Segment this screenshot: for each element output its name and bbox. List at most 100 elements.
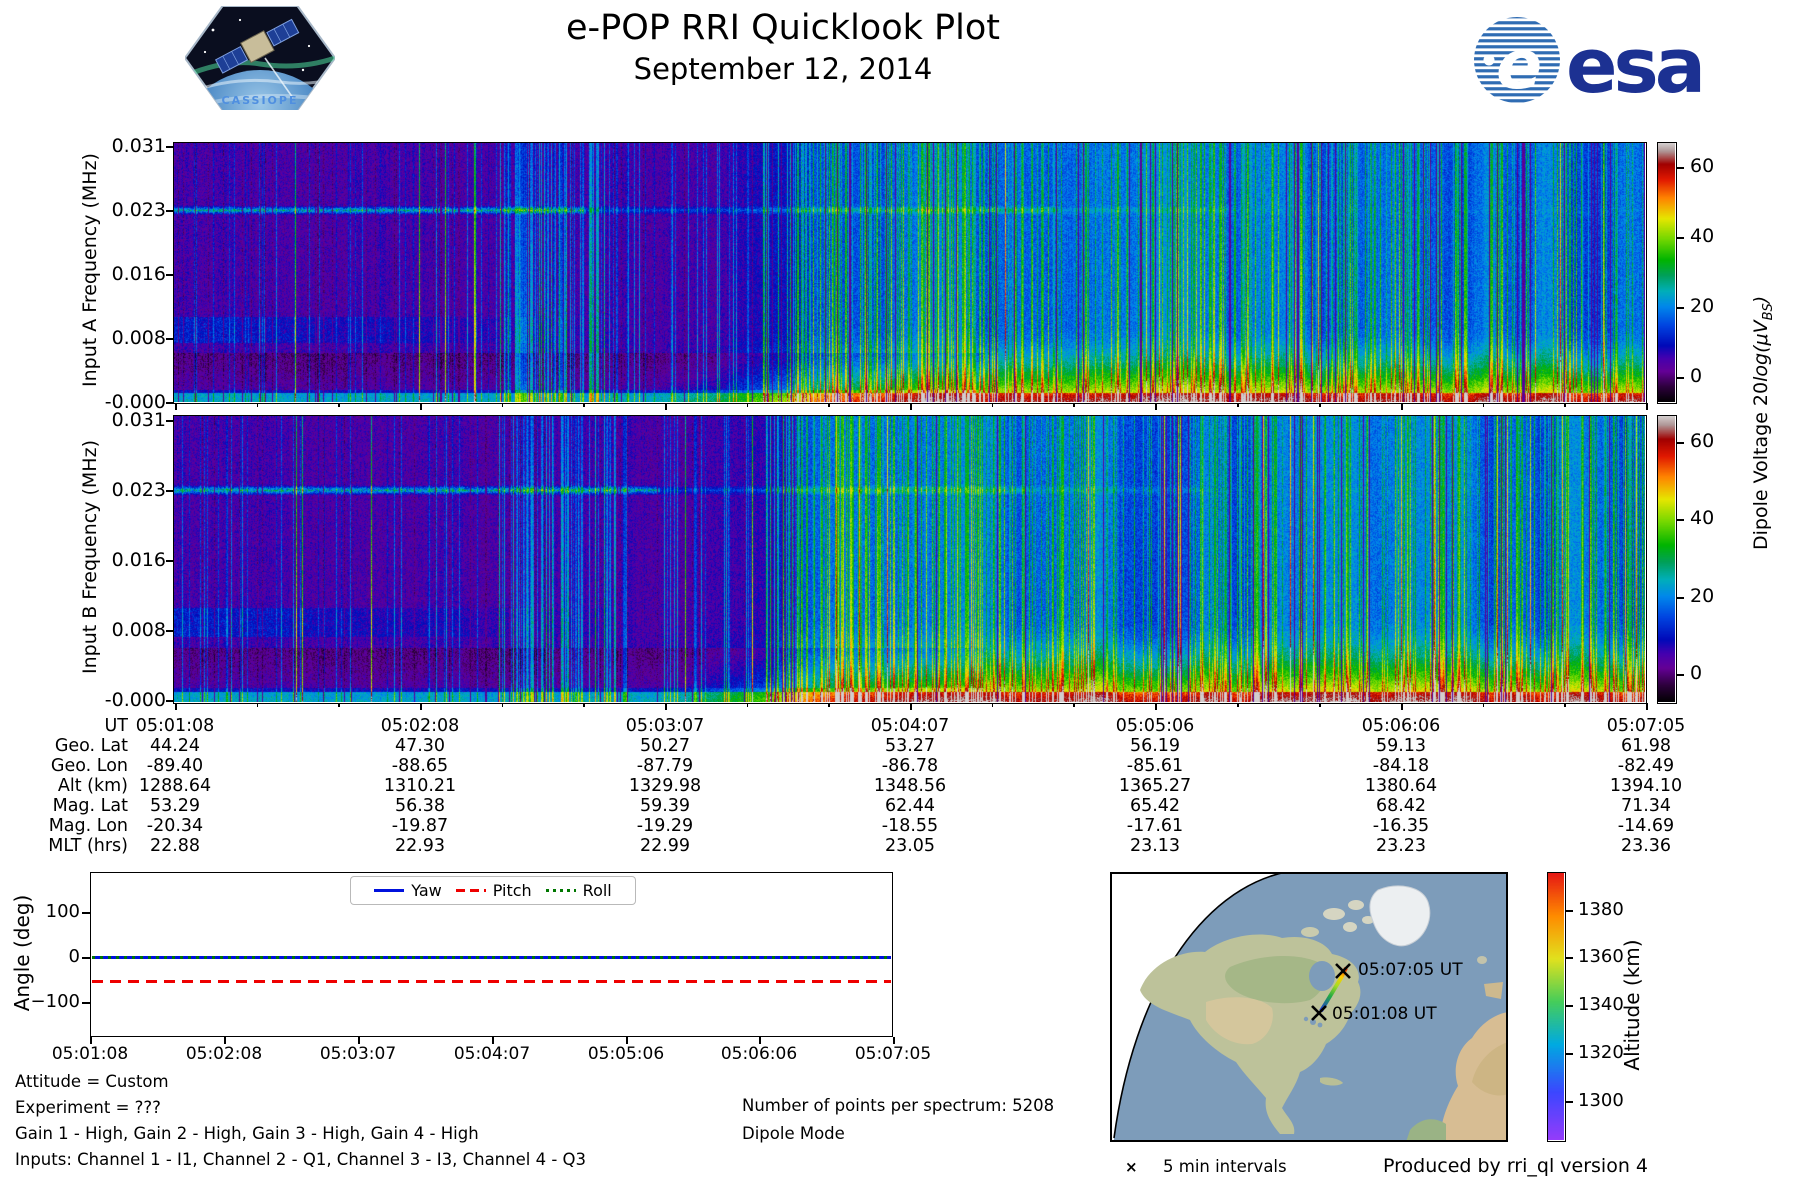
spec-a-ytick-label: 0.031: [111, 135, 166, 157]
track-start-label: 05:01:08 UT: [1332, 1004, 1437, 1024]
ephemeris-cell: -87.79: [636, 756, 694, 776]
roll-line-sample: [545, 889, 576, 892]
altitude-tick-mark: [1566, 957, 1573, 959]
legend-item-roll: Roll: [545, 881, 612, 900]
spec-b-ytick-mark: [166, 560, 174, 562]
ephemeris-cell: 22.93: [394, 836, 446, 856]
angle-xtick-label: 05:01:08: [51, 1044, 129, 1064]
ephemeris-cell: 1348.56: [873, 776, 947, 796]
spec-b-xtick-minor: [1073, 703, 1075, 707]
colorbar-b-canvas: [1658, 416, 1675, 703]
spec-b-xtick-minor: [1319, 703, 1321, 707]
esa-wordmark: esa: [1566, 21, 1702, 106]
angle-xtick-label: 05:02:08: [185, 1044, 263, 1064]
spec-a-xtick-major: [175, 403, 177, 410]
ephemeris-cell: 1288.64: [138, 776, 212, 796]
spec-a-ytick-mark: [166, 402, 174, 404]
spectrogram-a-frame: [173, 142, 1648, 405]
ephemeris-cell: 05:04:07: [870, 716, 950, 736]
colorbar-b-frame: [1657, 415, 1677, 705]
colorbar-a-canvas: [1658, 143, 1675, 403]
page-title: e-POP RRI Quicklook Plot: [565, 8, 1000, 48]
roll-label: Roll: [582, 881, 612, 900]
map-arctic-islands: [1323, 908, 1345, 920]
pitch-label: Pitch: [492, 881, 532, 900]
spec-b-xtick-minor: [1482, 703, 1485, 707]
angle-ytick-label: 0: [68, 946, 80, 967]
ephemeris-cell: -17.61: [1126, 816, 1184, 836]
spec-a-xtick-minor: [828, 403, 830, 407]
spec-a-ytick-label: 0.016: [111, 263, 166, 285]
colorbar-a-tick-label: 40: [1690, 225, 1715, 247]
spec-b-xtick-minor: [746, 703, 749, 707]
spec-b-ytick-label: 0.023: [111, 479, 166, 501]
angle-xtick-mark: [358, 1037, 360, 1044]
colorbar-b-tick-mark: [1677, 674, 1684, 676]
spec-a-ytick-mark: [166, 146, 174, 148]
spec-b-ytick-label: 0.008: [111, 619, 166, 641]
spec-b-xtick-minor: [1237, 703, 1239, 707]
ephemeris-cell: 62.44: [884, 796, 936, 816]
yaw-label: Yaw: [411, 881, 442, 900]
angle-xtick-label: 05:05:06: [587, 1044, 665, 1064]
colorbar-a-tick-mark: [1677, 167, 1684, 169]
dipole-label-close: ): [1750, 295, 1773, 304]
dipole-label-log: log(μV: [1750, 320, 1773, 382]
altitude-tick-label: 1320: [1578, 1042, 1624, 1063]
spec-b-xtick-major: [1155, 703, 1157, 710]
ephemeris-cell: 50.27: [639, 736, 691, 756]
colorbar-a-frame: [1657, 142, 1677, 405]
ephemeris-cell: -86.78: [881, 756, 939, 776]
spec-a-xtick-minor: [1564, 403, 1566, 407]
ephemeris-cell: -89.40: [146, 756, 204, 776]
ephemeris-cell: -20.34: [146, 816, 204, 836]
spec-a-xtick-major: [665, 403, 667, 410]
ephemeris-cell: 56.38: [394, 796, 446, 816]
spec-b-xtick-minor: [828, 703, 830, 707]
spec-b-xtick-minor: [1564, 703, 1566, 707]
ephemeris-cell: 1380.64: [1364, 776, 1438, 796]
spec-b-ytick-mark: [166, 630, 174, 632]
ephemeris-cell: 65.42: [1129, 796, 1181, 816]
ephemeris-cell: 1365.27: [1118, 776, 1192, 796]
pitch-line: [92, 980, 891, 984]
ephemeris-cell: 23.13: [1129, 836, 1181, 856]
map-hudson-bay: [1309, 961, 1335, 991]
angle-xtick-label: 05:07:05: [854, 1044, 932, 1064]
track-end-label: 05:07:05 UT: [1358, 960, 1463, 980]
ephemeris-cell: 1310.21: [383, 776, 457, 796]
spec-b-ytick-mark: [166, 420, 174, 422]
inputs-text: Inputs: Channel 1 - I1, Channel 2 - Q1, …: [15, 1150, 586, 1169]
spec-a-xtick-minor: [1482, 403, 1485, 407]
yaw-line-sample: [374, 889, 405, 892]
spec-a-ytick-mark: [166, 210, 174, 212]
spec-a-xtick-minor: [256, 403, 259, 407]
altitude-tick-mark: [1566, 1053, 1573, 1055]
ephemeris-cell: 59.13: [1375, 736, 1427, 756]
ephemeris-cell: 05:06:06: [1361, 716, 1441, 736]
interval-legend-text: 5 min intervals: [1163, 1157, 1287, 1176]
ephemeris-cell: 47.30: [394, 736, 446, 756]
altitude-colorbar-canvas: [1548, 873, 1564, 1140]
colorbar-a-tick-label: 60: [1690, 155, 1715, 177]
angle-xtick-mark: [224, 1037, 226, 1044]
ephemeris-cell: -19.29: [636, 816, 694, 836]
spec-b-xtick-major: [665, 703, 667, 710]
ephemeris-cell: 23.05: [884, 836, 936, 856]
colorbar-a-tick-mark: [1677, 377, 1684, 379]
colorbar-a-tick-mark: [1677, 237, 1684, 239]
ephemeris-cell: -19.87: [391, 816, 449, 836]
colorbar-b-tick-mark: [1677, 442, 1684, 444]
altitude-tick-label: 1340: [1578, 994, 1624, 1015]
dipole-mode-text: Dipole Mode: [742, 1124, 845, 1143]
altitude-tick-mark: [1566, 1005, 1573, 1007]
altitude-tick-mark: [1566, 910, 1573, 912]
spec-a-xtick-minor: [991, 403, 994, 407]
ephemeris-cell: 05:02:08: [380, 716, 460, 736]
angle-ytick-label: 100: [45, 901, 80, 922]
angle-xtick-mark: [626, 1037, 628, 1044]
ephemeris-cell: 05:05:06: [1115, 716, 1195, 736]
spec-a-xtick-major: [1155, 403, 1157, 410]
esa-e-glyph: e: [1496, 26, 1542, 105]
spectrogram-b-frame: [173, 415, 1648, 705]
